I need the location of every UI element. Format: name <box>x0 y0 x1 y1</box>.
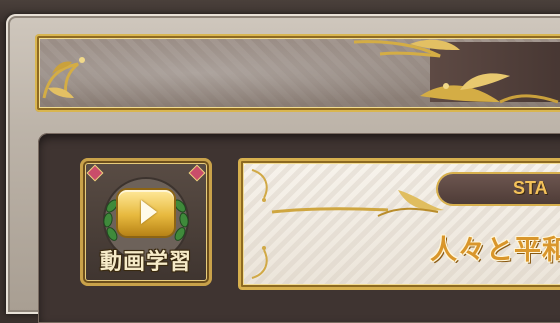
play-icon <box>141 200 157 224</box>
stage-title: 人々と平和 <box>430 235 560 266</box>
video-learning-label: 動画学習 <box>99 250 192 275</box>
header-ornament-left-icon <box>42 57 85 99</box>
stage-tag-label: STA <box>513 178 548 198</box>
header-ornament-right-icon <box>353 39 559 104</box>
stage-ornament-divider-icon <box>271 190 444 217</box>
video-learning-button[interactable]: 動画学習 <box>80 158 212 286</box>
